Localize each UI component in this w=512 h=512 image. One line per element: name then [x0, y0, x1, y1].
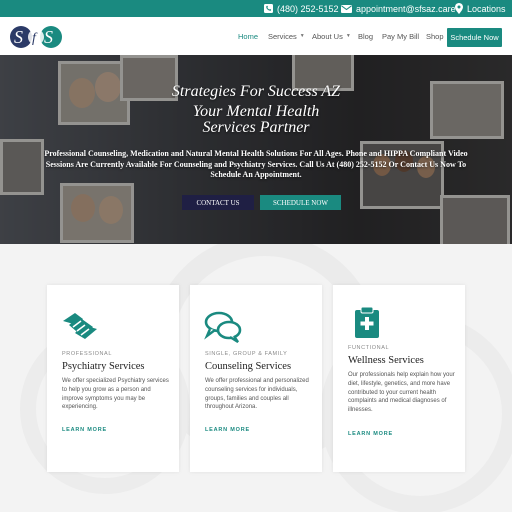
nav-services-label: Services	[268, 31, 297, 41]
svg-text:S: S	[14, 27, 23, 47]
card-overline: PROFESSIONAL	[62, 351, 112, 357]
medical-clipboard-icon	[355, 306, 379, 338]
chevron-down-icon: ▼	[299, 33, 305, 39]
card-title: Wellness Services	[348, 355, 424, 366]
hero-title-line1: Strategies For Success AZ	[171, 83, 341, 100]
contact-us-button[interactable]: CONTACT US	[182, 195, 254, 210]
schedule-now-button[interactable]: Schedule Now	[447, 28, 502, 47]
card-title: Counseling Services	[205, 361, 292, 372]
nav-blog-label: Blog	[358, 31, 374, 41]
service-card-psychiatry: PROFESSIONAL Psychiatry Services We offe…	[47, 285, 179, 472]
nav-bill-label: Pay My Bill	[382, 31, 420, 41]
hero-description: Professional Counseling, Medication and …	[44, 149, 468, 179]
chat-bubbles-icon	[204, 311, 242, 343]
chevron-down-icon: ▼	[345, 33, 351, 39]
locations-link[interactable]: Locations	[455, 2, 506, 15]
logo-mark: S f S	[10, 26, 62, 48]
email-link[interactable]: appointment@sfsaz.care	[341, 2, 456, 15]
nav-home[interactable]: Home	[238, 32, 258, 41]
envelope-icon	[341, 4, 352, 13]
site-header: S f S Home Services ▼ About Us ▼ Blog Pay …	[0, 17, 512, 55]
nav-shop-label: Shop	[426, 31, 444, 41]
hero-title-line3: Services Partner	[202, 119, 310, 136]
nav-blog[interactable]: Blog	[358, 32, 373, 41]
nav-about-label: About Us	[312, 31, 343, 41]
hero-schedule-now-button[interactable]: SCHEDULE NOW	[260, 195, 341, 210]
svg-text:S: S	[44, 27, 53, 47]
services-section: PROFESSIONAL Psychiatry Services We offe…	[0, 244, 512, 512]
top-contact-bar: (480) 252-5152 appointment@sfsaz.care Lo…	[0, 0, 512, 17]
card-title: Psychiatry Services	[62, 361, 145, 372]
card-overline: FUNCTIONAL	[348, 345, 390, 351]
nav-pay-my-bill[interactable]: Pay My Bill	[382, 32, 419, 41]
map-pin-icon	[455, 3, 463, 14]
nav-home-label: Home	[238, 31, 259, 41]
hero-title-line2: Your Mental Health	[192, 103, 320, 120]
email-text: appointment@sfsaz.care	[356, 3, 456, 14]
hero-banner: Strategies For Success AZ Your Mental He…	[0, 55, 512, 244]
service-card-wellness: FUNCTIONAL Wellness Services Our profess…	[333, 285, 465, 472]
card-text: Our professionals help explain how your …	[348, 372, 455, 414]
nav-services[interactable]: Services ▼	[268, 32, 305, 41]
handshake-icon	[63, 313, 97, 339]
card-overline: SINGLE, GROUP & FAMILY	[205, 351, 288, 357]
phone-link[interactable]: (480) 252-5152	[264, 2, 339, 15]
nav-about-us[interactable]: About Us ▼	[312, 32, 351, 41]
phone-text: (480) 252-5152	[277, 3, 339, 14]
learn-more-link[interactable]: LEARN MORE	[62, 427, 107, 433]
locations-text: Locations	[467, 3, 506, 14]
learn-more-link[interactable]: LEARN MORE	[205, 427, 250, 433]
service-card-counseling: SINGLE, GROUP & FAMILY Counseling Servic…	[190, 285, 322, 472]
nav-shop[interactable]: Shop	[426, 32, 444, 41]
site-logo[interactable]: S f S	[9, 25, 63, 49]
learn-more-link[interactable]: LEARN MORE	[348, 431, 393, 437]
phone-icon	[264, 4, 273, 13]
card-text: We offer specialized Psychiatry services…	[62, 378, 169, 411]
card-text: We offer professional and personalized c…	[205, 378, 309, 411]
